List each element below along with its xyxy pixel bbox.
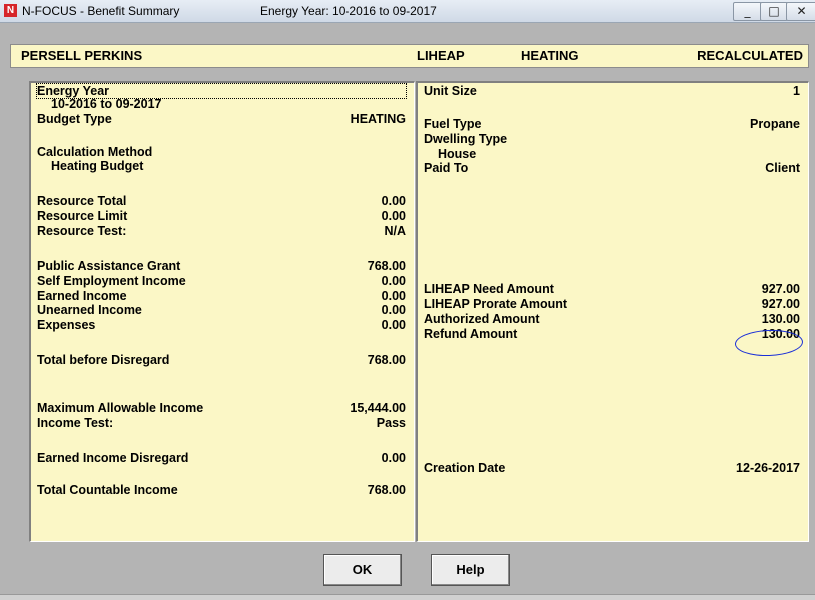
- total-before-disregard-label: Total before Disregard: [37, 353, 170, 367]
- earned-income-disregard-label: Earned Income Disregard: [37, 451, 189, 465]
- fuel-type-label: Fuel Type: [424, 117, 482, 131]
- help-button[interactable]: Help: [431, 554, 510, 586]
- creation-date-value: 12-26-2017: [736, 461, 800, 475]
- calc-method-value: Heating Budget: [51, 159, 144, 173]
- self-employment-label: Self Employment Income: [37, 274, 186, 288]
- case-header: PERSELL PERKINS LIHEAP HEATING RECALCULA…: [10, 44, 809, 68]
- window-title-energy-year: Energy Year: 10-2016 to 09-2017: [260, 4, 437, 18]
- budget-type-label: Budget Type: [37, 112, 112, 126]
- status-label: RECALCULATED: [697, 48, 803, 63]
- unearned-income-value: 0.00: [381, 303, 406, 317]
- fuel-type-value: Propane: [749, 117, 800, 131]
- program-label: LIHEAP: [417, 48, 465, 63]
- expenses-value: 0.00: [381, 318, 406, 332]
- unit-size-value: 1: [793, 84, 800, 98]
- paid-to-label: Paid To: [424, 161, 469, 175]
- ok-button[interactable]: OK: [323, 554, 402, 586]
- earned-income-disregard-value: 0.00: [381, 451, 406, 465]
- benefit-details-panel: Unit Size 1 Fuel Type Propane Dwelling T…: [416, 81, 809, 542]
- max-allowable-income-label: Maximum Allowable Income: [37, 401, 204, 415]
- refund-amount-label: Refund Amount: [424, 327, 518, 341]
- energy-year-label[interactable]: Energy Year: [36, 83, 407, 99]
- creation-date-label: Creation Date: [424, 461, 506, 475]
- unit-size-label: Unit Size: [424, 84, 477, 98]
- total-countable-income-value: 768.00: [367, 483, 406, 497]
- max-allowable-income-value: 15,444.00: [350, 401, 406, 415]
- minimize-icon[interactable]: _: [733, 2, 762, 21]
- self-employment-value: 0.00: [381, 274, 406, 288]
- budget-details-panel: Energy Year 10-2016 to 09-2017 Budget Ty…: [29, 81, 415, 542]
- status-bar: [0, 594, 815, 600]
- close-icon[interactable]: ✕: [786, 2, 815, 21]
- liheap-prorate-value: 927.00: [761, 297, 800, 311]
- resource-limit-label: Resource Limit: [37, 209, 128, 223]
- resource-total-label: Resource Total: [37, 194, 127, 208]
- app-logo-icon: N: [4, 4, 17, 17]
- liheap-need-label: LIHEAP Need Amount: [424, 282, 554, 296]
- income-test-label: Income Test:: [37, 416, 114, 430]
- total-countable-income-label: Total Countable Income: [37, 483, 178, 497]
- calc-method-label: Calculation Method: [37, 145, 153, 159]
- authorized-amount-value: 130.00: [761, 312, 800, 326]
- benefit-summary-window: N N-FOCUS - Benefit Summary Energy Year:…: [0, 0, 815, 600]
- budget-type-value: HEATING: [350, 112, 406, 126]
- liheap-need-value: 927.00: [761, 282, 800, 296]
- unearned-income-label: Unearned Income: [37, 303, 142, 317]
- resource-test-value: N/A: [384, 224, 406, 238]
- expenses-label: Expenses: [37, 318, 96, 332]
- dwelling-type-label: Dwelling Type: [424, 132, 508, 146]
- window-title: N-FOCUS - Benefit Summary: [22, 4, 180, 18]
- client-name: PERSELL PERKINS: [21, 48, 143, 63]
- resource-limit-value: 0.00: [381, 209, 406, 223]
- resource-total-value: 0.00: [381, 194, 406, 208]
- resource-test-label: Resource Test:: [37, 224, 127, 238]
- maximize-icon[interactable]: □: [760, 2, 788, 21]
- total-before-disregard-value: 768.00: [367, 353, 406, 367]
- pa-grant-label: Public Assistance Grant: [37, 259, 181, 273]
- earned-income-value: 0.00: [381, 289, 406, 303]
- liheap-prorate-label: LIHEAP Prorate Amount: [424, 297, 568, 311]
- authorized-amount-label: Authorized Amount: [424, 312, 540, 326]
- dwelling-type-value: House: [438, 147, 477, 161]
- income-test-value: Pass: [376, 416, 406, 430]
- paid-to-value: Client: [765, 161, 800, 175]
- earned-income-label: Earned Income: [37, 289, 127, 303]
- category-label: HEATING: [521, 48, 579, 63]
- title-bar[interactable]: N N-FOCUS - Benefit Summary Energy Year:…: [0, 0, 815, 23]
- energy-year-value: 10-2016 to 09-2017: [51, 97, 162, 111]
- pa-grant-value: 768.00: [367, 259, 406, 273]
